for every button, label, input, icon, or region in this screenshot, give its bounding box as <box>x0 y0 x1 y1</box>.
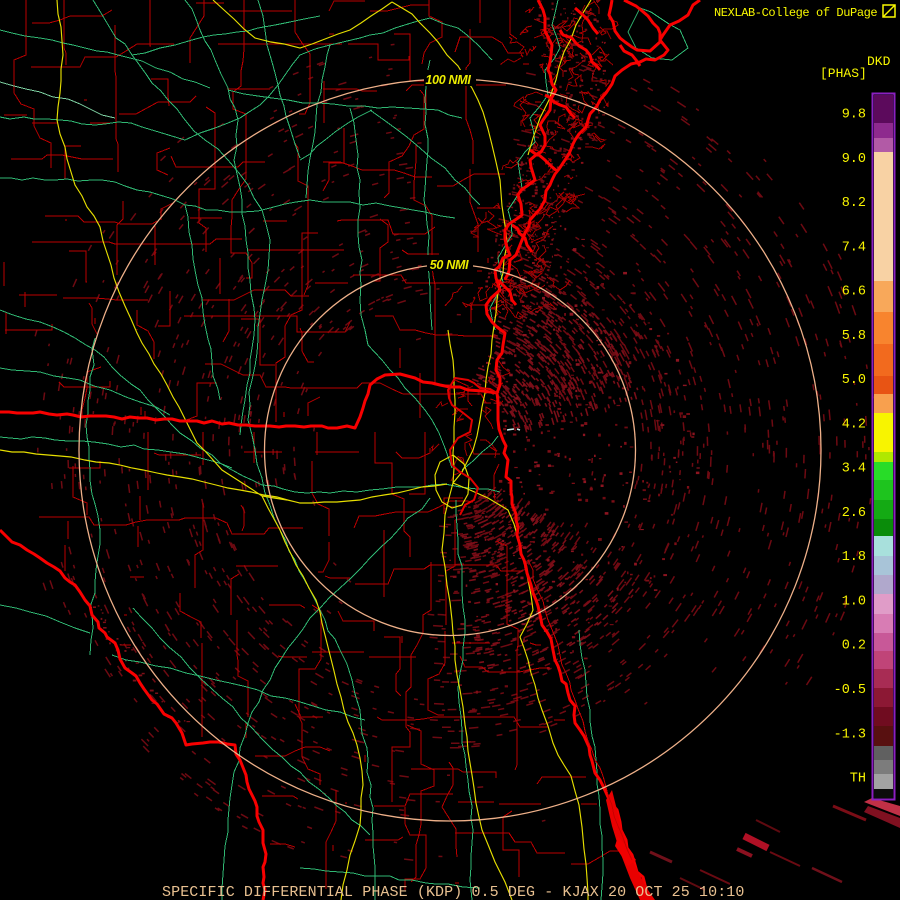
svg-text:6.6: 6.6 <box>842 285 866 300</box>
svg-text:7.4: 7.4 <box>842 240 866 255</box>
svg-text:[PHAS]: [PHAS] <box>820 66 867 81</box>
svg-text:TH: TH <box>850 772 866 787</box>
svg-text:0.2: 0.2 <box>842 639 866 654</box>
svg-text:5.8: 5.8 <box>842 329 866 344</box>
svg-text:-1.3: -1.3 <box>834 727 866 742</box>
svg-text:3.4: 3.4 <box>842 462 866 477</box>
svg-text:-0.5: -0.5 <box>834 683 866 698</box>
svg-text:8.2: 8.2 <box>842 196 866 211</box>
svg-text:2.6: 2.6 <box>842 506 866 521</box>
svg-text:NEXLAB-College of DuPage: NEXLAB-College of DuPage <box>714 6 877 20</box>
svg-text:100 NMI: 100 NMI <box>425 73 471 87</box>
svg-text:5.0: 5.0 <box>842 373 866 388</box>
svg-text:9.8: 9.8 <box>842 108 866 123</box>
svg-text:1.0: 1.0 <box>842 595 866 610</box>
svg-text:50 NMI: 50 NMI <box>430 258 469 272</box>
svg-text:9.0: 9.0 <box>842 152 866 167</box>
svg-text:DKD: DKD <box>867 54 891 69</box>
svg-text:1.8: 1.8 <box>842 550 866 565</box>
svg-text:4.2: 4.2 <box>842 417 866 432</box>
svg-text:SPECIFIC DIFFERENTIAL PHASE (K: SPECIFIC DIFFERENTIAL PHASE (KDP) 0.5 DE… <box>162 884 745 900</box>
